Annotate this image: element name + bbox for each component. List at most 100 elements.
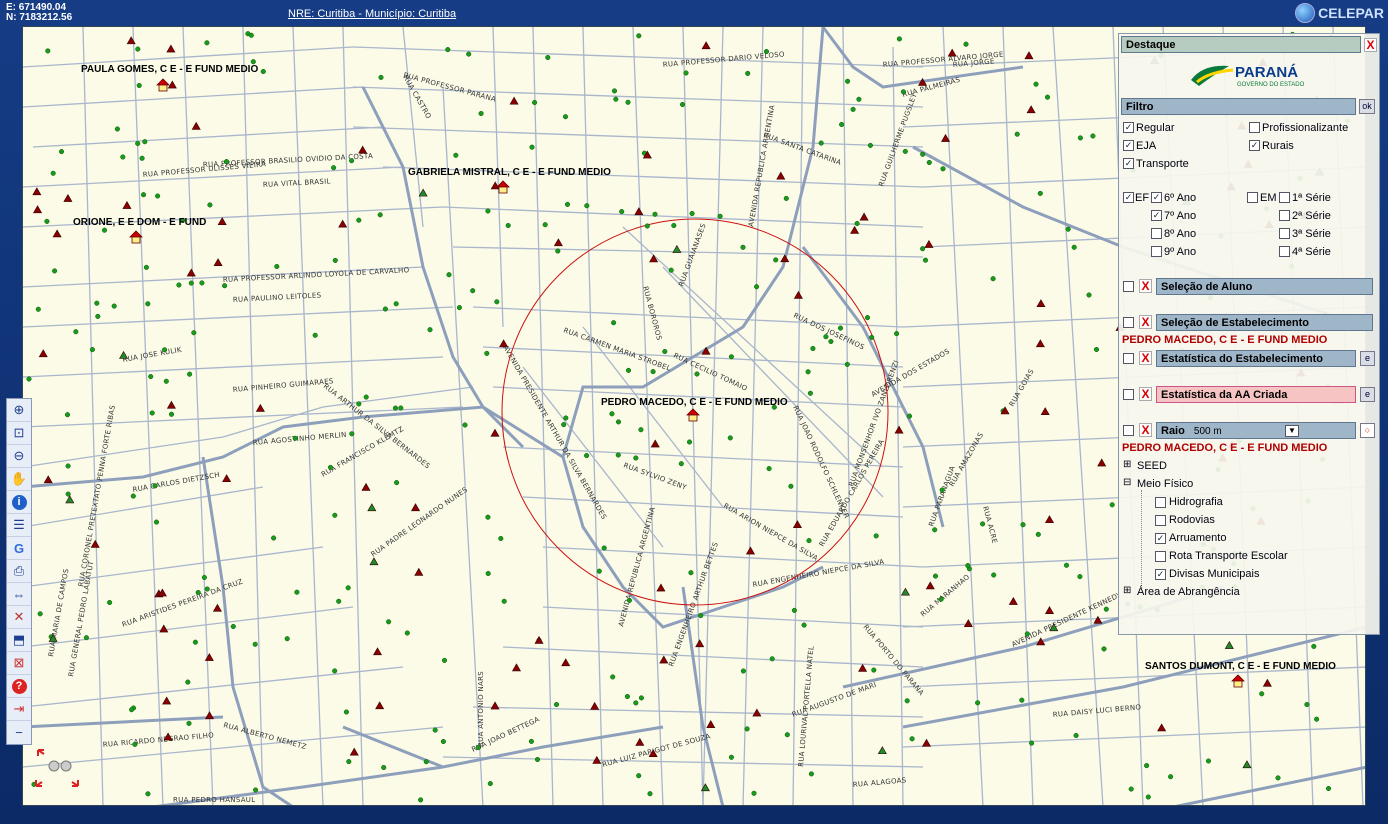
student-marker <box>920 246 926 252</box>
zoom-small-icon[interactable] <box>60 760 72 772</box>
student-marker <box>613 96 619 102</box>
minus-icon[interactable]: − <box>7 721 31 744</box>
selecao-aluno-clear-button[interactable]: X <box>1139 279 1152 293</box>
student-marker <box>638 695 644 701</box>
seed-label[interactable]: SEED <box>1137 460 1167 472</box>
street-label: RUA PAULINO LEITOLES <box>233 291 322 304</box>
area-select-icon[interactable]: ⬒ <box>7 629 31 652</box>
area-abrangencia-label[interactable]: Área de Abrangência <box>1137 586 1240 598</box>
legend-icon[interactable]: ☰ <box>7 514 31 537</box>
pan-control[interactable] <box>34 748 82 788</box>
zoom-in-icon[interactable]: ⊕ <box>7 399 31 422</box>
student-marker <box>611 88 618 94</box>
coordinate-readout: E: 671490.04 N: 7183212.56 <box>6 3 72 23</box>
serie4-checkbox[interactable] <box>1279 246 1290 257</box>
student-marker <box>1077 135 1083 141</box>
identify-icon[interactable]: ⊠ <box>7 652 31 675</box>
raio-checkbox[interactable] <box>1123 425 1134 436</box>
filter-ok-button[interactable]: ok <box>1359 99 1375 114</box>
measure-icon[interactable]: ⇔ <box>7 583 31 606</box>
rota-checkbox[interactable] <box>1155 551 1166 562</box>
estatistica-estab-checkbox[interactable] <box>1123 353 1134 364</box>
meio-fisico-collapse-icon[interactable]: ⊟ <box>1123 477 1131 488</box>
exit-icon[interactable]: ⇥ <box>7 698 31 721</box>
divisas-checkbox[interactable]: ✓ <box>1155 569 1166 580</box>
student-marker <box>223 159 230 165</box>
school-triangle <box>858 663 868 672</box>
student-marker <box>563 415 569 421</box>
student-marker <box>332 512 338 518</box>
student-marker <box>356 217 362 223</box>
student-marker <box>404 630 410 636</box>
ef-checkbox[interactable]: ✓ <box>1123 192 1134 203</box>
student-marker <box>343 709 349 715</box>
student-marker <box>192 639 198 645</box>
serie3-checkbox[interactable] <box>1279 228 1290 239</box>
rurais-checkbox[interactable]: ✓ <box>1249 140 1260 151</box>
chevron-down-icon[interactable]: ▼ <box>1285 425 1299 437</box>
ano7-checkbox[interactable]: ✓ <box>1151 210 1162 221</box>
student-marker <box>867 142 873 148</box>
zoom-window-icon[interactable]: ⊡ <box>7 422 31 445</box>
student-marker <box>356 401 362 407</box>
meio-fisico-label[interactable]: Meio Físico <box>1137 478 1193 490</box>
pan-nw-icon[interactable] <box>37 749 45 756</box>
pan-sw-icon[interactable] <box>35 780 43 787</box>
student-marker <box>932 573 939 579</box>
estatistica-aa-export-button[interactable]: e <box>1360 387 1375 402</box>
student-marker <box>111 303 117 309</box>
school-triangle <box>776 171 786 180</box>
area-abrangencia-expand-icon[interactable]: ⊞ <box>1123 585 1131 596</box>
selecao-estab-header[interactable]: Seleção de Estabelecimento <box>1156 314 1373 331</box>
school-triangle <box>166 44 176 53</box>
info-icon[interactable]: i <box>7 491 31 514</box>
street-label: RUA SYLVIO ZENY <box>622 461 688 491</box>
student-marker <box>45 48 51 54</box>
pan-center-icon[interactable] <box>48 760 60 772</box>
regular-checkbox[interactable]: ✓ <box>1123 122 1134 133</box>
transporte-checkbox[interactable]: ✓ <box>1123 158 1134 169</box>
school-house-icon[interactable] <box>129 230 143 244</box>
nre-title[interactable]: NRE: Curitiba - Município: Curitiba <box>288 8 456 20</box>
estatistica-estab-header[interactable]: Estatística do Estabelecimento <box>1156 350 1356 367</box>
pan-hand-icon[interactable]: ✋ <box>7 468 31 491</box>
raio-clear-button[interactable]: X <box>1139 423 1152 437</box>
student-marker <box>808 771 814 777</box>
raio-label: Raio <box>1161 425 1185 437</box>
eja-checkbox[interactable]: ✓ <box>1123 140 1134 151</box>
profissionalizante-checkbox[interactable] <box>1249 122 1260 133</box>
help-icon[interactable]: ? <box>7 675 31 698</box>
close-panel-button[interactable]: X <box>1364 38 1377 52</box>
pan-se-icon[interactable] <box>71 780 79 787</box>
estatistica-aa-checkbox[interactable] <box>1123 389 1134 400</box>
selecao-estab-clear-button[interactable]: X <box>1139 315 1152 329</box>
school-house-icon[interactable] <box>1231 674 1245 688</box>
raio-select[interactable]: 500 m <box>1193 426 1284 438</box>
estatistica-estab-export-button[interactable]: e <box>1360 351 1375 366</box>
estatistica-aa-header[interactable]: Estatística da AA Criada <box>1156 386 1356 403</box>
estatistica-estab-clear-button[interactable]: X <box>1139 351 1152 365</box>
print-icon[interactable]: ⎙ <box>7 560 31 583</box>
raio-draw-button[interactable]: ○ <box>1360 423 1375 438</box>
em-checkbox[interactable] <box>1247 192 1258 203</box>
selecao-aluno-header[interactable]: Seleção de Aluno <box>1156 278 1373 295</box>
school-house-icon[interactable] <box>686 408 700 422</box>
google-icon[interactable]: G <box>7 537 31 560</box>
serie2-checkbox[interactable] <box>1279 210 1290 221</box>
selecao-estab-checkbox[interactable] <box>1123 317 1134 328</box>
ano9-checkbox[interactable] <box>1151 246 1162 257</box>
rodovias-checkbox[interactable] <box>1155 515 1166 526</box>
school-name-label: SANTOS DUMONT, C E - E FUND MEDIO <box>1145 661 1336 672</box>
ano6-checkbox[interactable]: ✓ <box>1151 192 1162 203</box>
hidrografia-checkbox[interactable] <box>1155 497 1166 508</box>
student-marker <box>1168 774 1174 780</box>
arruamento-checkbox[interactable]: ✓ <box>1155 533 1166 544</box>
clear-icon[interactable]: ✕ <box>7 606 31 629</box>
zoom-out-icon[interactable]: ⊖ <box>7 445 31 468</box>
school-house-icon[interactable] <box>156 78 170 92</box>
selecao-aluno-checkbox[interactable] <box>1123 281 1134 292</box>
seed-expand-icon[interactable]: ⊞ <box>1123 459 1131 470</box>
estatistica-aa-clear-button[interactable]: X <box>1139 387 1152 401</box>
serie1-checkbox[interactable] <box>1279 192 1290 203</box>
ano8-checkbox[interactable] <box>1151 228 1162 239</box>
